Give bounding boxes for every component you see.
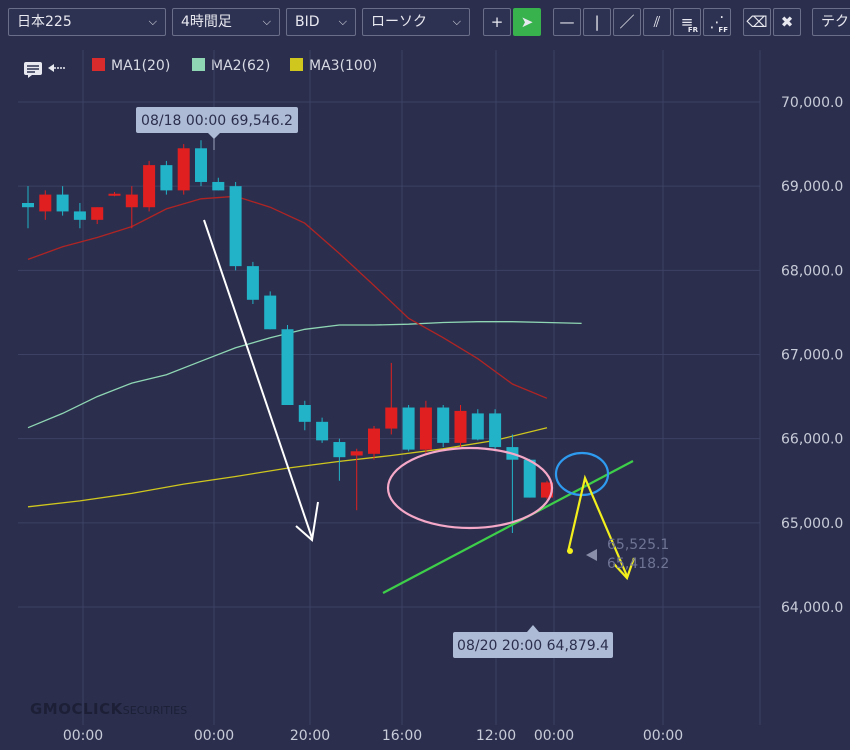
y-tick-label: 64,000.0: [781, 600, 843, 616]
candle-body: [316, 421, 329, 441]
y-tick-label: 65,000.0: [781, 516, 843, 532]
candle-body: [160, 165, 173, 191]
candle-body: [523, 459, 536, 498]
candle-body: [419, 407, 432, 450]
price-line-1: 65,525.1: [607, 537, 669, 553]
candle-body: [298, 405, 311, 422]
high-label: 08/18 00:00 69,546.2: [141, 113, 293, 129]
candle-body: [56, 194, 69, 212]
candle-body: [385, 407, 398, 429]
y-tick-label: 69,000.0: [781, 179, 843, 195]
x-tick-label: 12:00: [476, 728, 516, 744]
candle-body: [143, 165, 156, 208]
candle-body: [39, 194, 52, 212]
candle-body: [91, 207, 104, 220]
candle-body: [437, 407, 450, 443]
candle-body: [350, 451, 363, 456]
broker-logo: GMOCLICKSECURITIES: [30, 700, 187, 718]
candle-body: [195, 148, 207, 182]
candle-body: [333, 442, 346, 458]
x-tick-label: 00:00: [534, 728, 574, 744]
candle-body: [125, 194, 138, 208]
price-line-2: 65,418.2: [607, 556, 669, 572]
y-tick-label: 68,000.0: [781, 263, 843, 279]
candle-body: [246, 266, 259, 300]
high-label-pointer: [208, 133, 220, 139]
candle-body: [229, 186, 242, 267]
y-tick-label: 66,000.0: [781, 432, 843, 448]
candle-body: [212, 181, 225, 191]
y-tick-label: 67,000.0: [781, 348, 843, 364]
candle-body: [454, 410, 467, 443]
x-tick-label: 00:00: [194, 728, 234, 744]
current-price-marker: [586, 549, 597, 561]
candle-body: [73, 211, 86, 220]
candle-body: [368, 428, 380, 454]
low-label-pointer: [527, 625, 539, 632]
green-trendline: [382, 460, 634, 594]
y-tick-label: 70,000.0: [781, 95, 843, 111]
candle-body: [489, 413, 502, 448]
candle-body: [177, 148, 190, 191]
x-tick-label: 20:00: [290, 728, 330, 744]
x-tick-label: 00:00: [643, 728, 683, 744]
yellow-dot: [567, 548, 573, 554]
logo-main: GMOCLICK: [30, 700, 123, 718]
candle-body: [471, 413, 484, 440]
candle-body: [281, 329, 294, 405]
low-label: 08/20 20:00 64,879.4: [457, 638, 609, 654]
candle-body: [402, 407, 415, 450]
candle-body: [108, 193, 121, 196]
x-tick-label: 16:00: [382, 728, 422, 744]
candle-body: [264, 295, 277, 330]
price-chart[interactable]: 70,000.0 69,000.0 68,000.0 67,000.0 66,000.0…: [0, 0, 850, 750]
candle-body: [22, 203, 34, 208]
x-tick-label: 00:00: [63, 728, 103, 744]
logo-sub: SECURITIES: [122, 704, 188, 717]
